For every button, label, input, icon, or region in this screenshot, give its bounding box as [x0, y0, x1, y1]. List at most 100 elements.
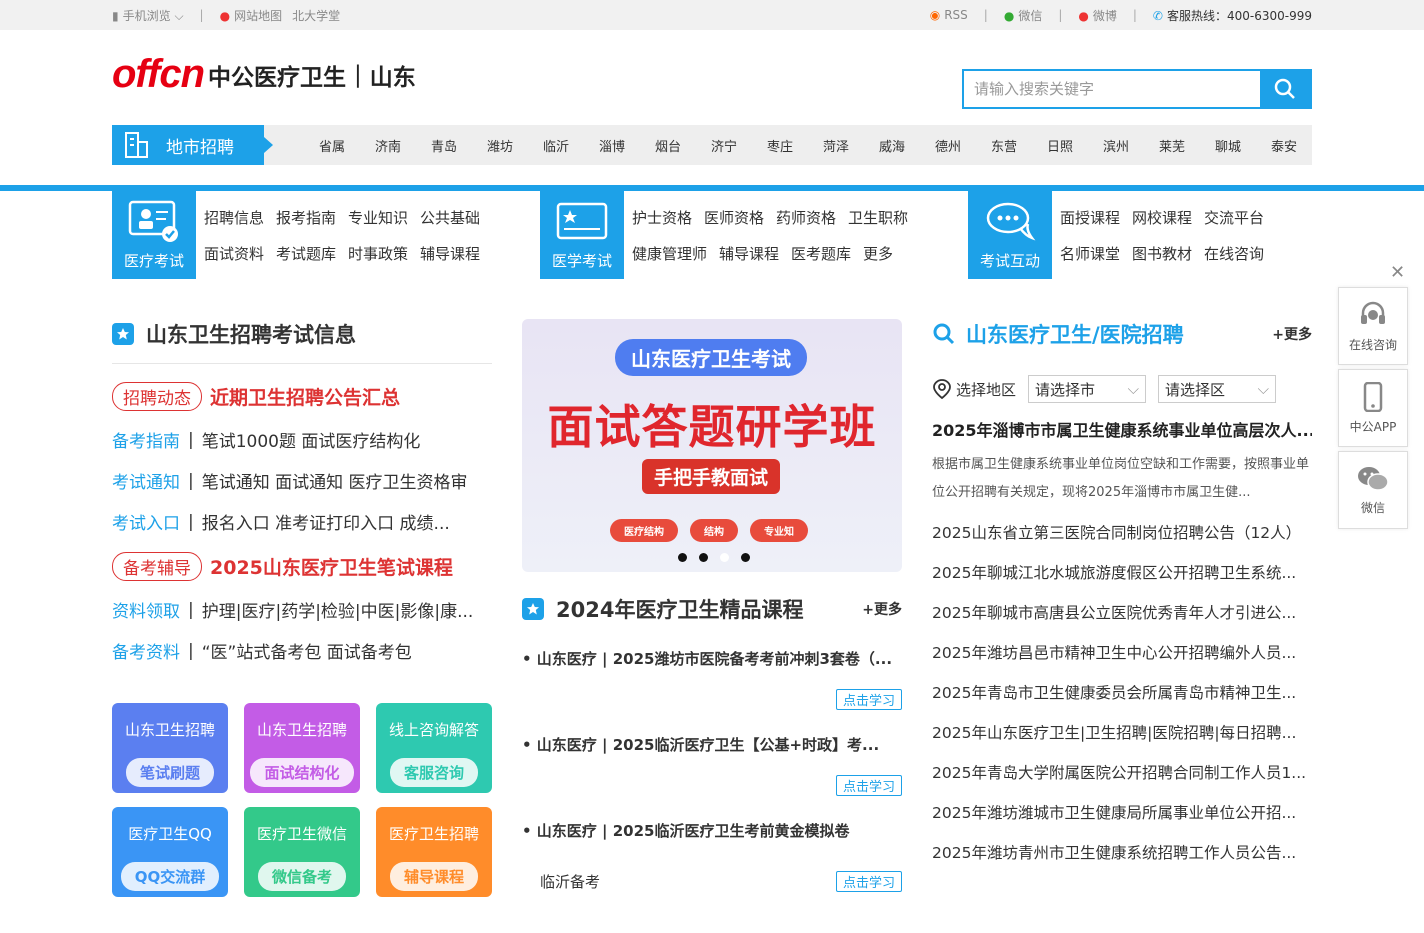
exam-link[interactable]: 公共基础	[420, 207, 480, 228]
carousel-dot-active[interactable]	[720, 553, 729, 562]
city-link[interactable]: 潍坊	[472, 136, 528, 155]
district-select[interactable]: 请选择区 ⌵	[1158, 375, 1277, 403]
interact-link[interactable]: 网校课程	[1132, 207, 1192, 228]
interact-link[interactable]: 名师课堂	[1060, 243, 1120, 264]
med-link[interactable]: 医师资格	[704, 207, 764, 228]
row-key[interactable]: 备考指南	[112, 427, 180, 452]
hospital-more-link[interactable]: +更多	[1272, 324, 1312, 344]
city-link[interactable]: 青岛	[416, 136, 472, 155]
city-link[interactable]: 德州	[920, 136, 976, 155]
med-link[interactable]: 卫生职称	[848, 207, 908, 228]
school-link[interactable]: 北大学堂	[292, 7, 340, 24]
news-item[interactable]: 2025年聊城江北水城旅游度假区公开招聘卫生系统...	[932, 559, 1312, 587]
promo-tile[interactable]: 医疗卫生微信 微信备考	[244, 807, 360, 897]
study-button[interactable]: 点击学习	[835, 689, 902, 710]
row-key[interactable]: 考试入口	[112, 509, 180, 534]
med-link[interactable]: 健康管理师	[632, 243, 707, 264]
close-icon[interactable]: ✕	[1390, 262, 1405, 283]
med-link[interactable]: 医考题库	[791, 243, 851, 264]
city-link[interactable]: 莱芜	[1144, 136, 1200, 155]
city-link[interactable]: 聊城	[1200, 136, 1256, 155]
site-logo[interactable]: offcn 中公医疗卫生 | 山东	[112, 52, 416, 97]
exam-link[interactable]: 时事政策	[348, 243, 408, 264]
exam-link[interactable]: 辅导课程	[420, 243, 480, 264]
row-links[interactable]: 笔试1000题 面试医疗结构化	[202, 427, 421, 452]
city-link[interactable]: 淄博	[584, 136, 640, 155]
news-item[interactable]: 2025年聊城市高唐县公立医院优秀青年人才引进公...	[932, 599, 1312, 627]
city-link[interactable]: 省属	[304, 136, 360, 155]
course-item[interactable]: • 山东医疗 | 2025临沂医疗卫生考前黄金模拟卷	[522, 820, 902, 841]
course-item[interactable]: • 山东医疗 | 2025临沂医疗卫生【公基+时政】考...	[522, 734, 902, 755]
tile-button[interactable]: 面试结构化	[250, 758, 354, 787]
recruit-news-line[interactable]: 招聘动态 近期卫生招聘公告汇总	[112, 382, 492, 411]
row-key[interactable]: 考试通知	[112, 468, 180, 493]
city-link[interactable]: 烟台	[640, 136, 696, 155]
city-select[interactable]: 请选择市 ⌵	[1028, 375, 1147, 403]
search-button[interactable]	[1260, 71, 1310, 107]
search-input[interactable]	[964, 71, 1260, 107]
med-link[interactable]: 更多	[863, 243, 893, 264]
course-item[interactable]: • 山东医疗 | 2025潍坊市医院备考考前冲刺3套卷（...	[522, 648, 902, 669]
tile-button[interactable]: 微信备考	[257, 862, 346, 891]
city-link[interactable]: 日照	[1032, 136, 1088, 155]
promo-tile[interactable]: 医疗卫生QQ QQ交流群	[112, 807, 228, 897]
promo-banner[interactable]: 山东医疗卫生考试 面试答题研学班 手把手教面试 医疗结构 结构 专业知	[522, 319, 902, 572]
weibo-link[interactable]: ● 微博	[1078, 7, 1117, 24]
city-link[interactable]: 济宁	[696, 136, 752, 155]
city-link[interactable]: 滨州	[1088, 136, 1144, 155]
news-item[interactable]: 2025年潍坊青州市卫生健康系统招聘工作人员公告...	[932, 839, 1312, 867]
row-links[interactable]: 护理|医疗|药学|检验|中医|影像|康...	[202, 597, 474, 622]
interact-link[interactable]: 在线咨询	[1204, 243, 1264, 264]
rss-link[interactable]: ◉ RSS	[930, 8, 968, 22]
promo-tile[interactable]: 山东卫生招聘 面试结构化	[244, 703, 360, 793]
study-button[interactable]: 点击学习	[835, 871, 902, 892]
tile-button[interactable]: 笔试刷题	[125, 758, 214, 787]
carousel-dot[interactable]	[741, 553, 750, 562]
wechat-button[interactable]: 微信	[1338, 451, 1408, 529]
online-consult-button[interactable]: 在线咨询	[1338, 287, 1408, 365]
interact-link[interactable]: 交流平台	[1204, 207, 1264, 228]
tile-button[interactable]: QQ交流群	[120, 862, 220, 891]
row-key[interactable]: 资料领取	[112, 597, 180, 622]
tile-button[interactable]: 辅导课程	[389, 862, 478, 891]
city-link[interactable]: 菏泽	[808, 136, 864, 155]
mobile-link[interactable]: ▮ 手机浏览 ⌵	[112, 7, 184, 24]
course-more-link[interactable]: +更多	[862, 599, 902, 619]
med-link[interactable]: 辅导课程	[719, 243, 779, 264]
city-link[interactable]: 威海	[864, 136, 920, 155]
exam-link[interactable]: 面试资料	[204, 243, 264, 264]
news-item[interactable]: 2025年青岛市卫生健康委员会所属青岛市精神卫生...	[932, 679, 1312, 707]
prep-line[interactable]: 备考辅导 2025山东医疗卫生笔试课程	[112, 552, 492, 581]
prep-headline[interactable]: 2025山东医疗卫生笔试课程	[210, 553, 453, 580]
news-item[interactable]: 2025年潍坊昌邑市精神卫生中心公开招聘编外人员...	[932, 639, 1312, 667]
wechat-link[interactable]: ● 微信	[1004, 7, 1043, 24]
news-item[interactable]: 2025年青岛大学附属医院公开招聘合同制工作人员1...	[932, 759, 1312, 787]
exam-link[interactable]: 专业知识	[348, 207, 408, 228]
medical-test-block[interactable]: 医学考试	[540, 191, 624, 279]
app-button[interactable]: 中公APP	[1338, 369, 1408, 447]
promo-tile[interactable]: 线上咨询解答 客服咨询	[376, 703, 492, 793]
exam-link[interactable]: 报考指南	[276, 207, 336, 228]
interact-link[interactable]: 面授课程	[1060, 207, 1120, 228]
city-link[interactable]: 临沂	[528, 136, 584, 155]
city-link[interactable]: 东营	[976, 136, 1032, 155]
study-button[interactable]: 点击学习	[835, 775, 902, 796]
sitemap-link[interactable]: ● 网站地图	[220, 7, 283, 24]
news-item[interactable]: 2025年山东医疗卫生|卫生招聘|医院招聘|每日招聘...	[932, 719, 1312, 747]
course-sub-label[interactable]: 临沂备考	[534, 871, 606, 892]
tile-button[interactable]: 客服咨询	[389, 758, 478, 787]
interact-link[interactable]: 图书教材	[1132, 243, 1192, 264]
exam-link[interactable]: 招聘信息	[204, 207, 264, 228]
medical-exam-block[interactable]: 医疗考试	[112, 191, 196, 279]
row-links[interactable]: “医”站式备考包 面试备考包	[202, 638, 412, 663]
featured-news-title[interactable]: 2025年淄博市市属卫生健康系统事业单位高层次人...	[932, 417, 1312, 441]
promo-tile[interactable]: 医疗卫生招聘 辅导课程	[376, 807, 492, 897]
row-links[interactable]: 笔试通知 面试通知 医疗卫生资格审	[202, 468, 468, 493]
carousel-dot[interactable]	[699, 553, 708, 562]
exam-interact-block[interactable]: 考试互动	[968, 191, 1052, 279]
row-links[interactable]: 报名入口 准考证打印入口 成绩...	[202, 509, 450, 534]
city-link[interactable]: 枣庄	[752, 136, 808, 155]
recruit-news-headline[interactable]: 近期卫生招聘公告汇总	[210, 383, 400, 410]
med-link[interactable]: 药师资格	[776, 207, 836, 228]
news-item[interactable]: 2025山东省立第三医院合同制岗位招聘公告（12人）	[932, 519, 1312, 547]
